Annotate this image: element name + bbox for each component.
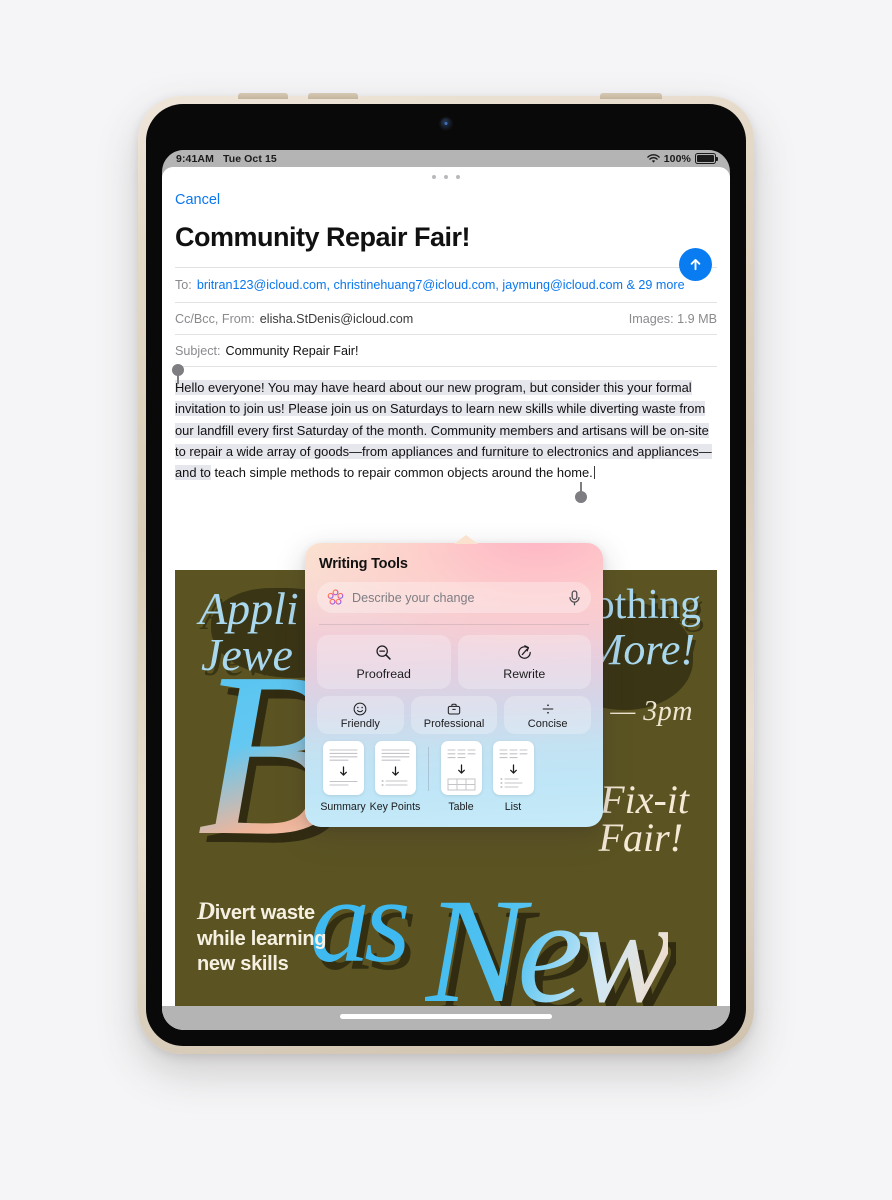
images-size: 1.9 MB xyxy=(677,311,717,326)
professional-label: Professional xyxy=(423,718,485,731)
table-label: Table xyxy=(448,800,474,813)
poster-fix-it-line-2: Fair! xyxy=(598,815,683,860)
proofread-label: Proofread xyxy=(356,666,411,681)
writing-tools-popover: Writing Tools Describe your change Proof… xyxy=(305,535,603,827)
document-actions-row: Summary Key Points Table List xyxy=(317,740,591,813)
status-bar: 9:41AM Tue Oct 15 100% xyxy=(162,150,730,167)
concise-label: Concise xyxy=(527,718,568,731)
document-key-points-icon xyxy=(374,740,416,795)
to-label: To: xyxy=(175,277,192,292)
proofread-button[interactable]: Proofread xyxy=(317,634,451,689)
rewrite-circular-arrow-icon xyxy=(515,643,534,662)
popover-divider xyxy=(319,624,589,625)
briefcase-icon xyxy=(446,701,462,717)
mail-from-row[interactable]: Cc/Bcc, From: elisha.StDenis@icloud.com … xyxy=(175,303,717,335)
document-table-icon xyxy=(440,740,482,795)
professional-button[interactable]: Professional xyxy=(410,695,498,734)
smiley-face-icon xyxy=(352,701,368,717)
document-list-icon xyxy=(492,740,534,795)
summary-button[interactable]: Summary xyxy=(317,740,369,813)
cancel-button[interactable]: Cancel xyxy=(175,192,220,208)
popover-arrow-tail xyxy=(454,535,478,544)
selection-handle-start[interactable] xyxy=(172,363,184,384)
volume-up-button[interactable] xyxy=(238,93,288,99)
concise-button[interactable]: Concise xyxy=(504,695,592,734)
home-indicator[interactable] xyxy=(340,1014,552,1019)
friendly-label: Friendly xyxy=(340,718,380,731)
poster-tagline-dropcap: D xyxy=(197,897,215,925)
mail-subject-row[interactable]: Subject: Community Repair Fair! xyxy=(175,335,717,367)
trailing-body-text[interactable]: teach simple methods to repair common ob… xyxy=(214,465,592,480)
page-title: Community Repair Fair! xyxy=(175,222,471,252)
volume-down-button[interactable] xyxy=(308,93,358,99)
sheet-grabber-handle[interactable] xyxy=(432,175,460,179)
division-sign-icon xyxy=(540,701,556,717)
images-size-badge: Images: 1.9 MB xyxy=(619,312,717,326)
mail-body-text[interactable]: Hello everyone! You may have heard about… xyxy=(172,363,717,503)
subject-label: Subject: xyxy=(175,343,221,358)
from-address[interactable]: elisha.StDenis@icloud.com xyxy=(260,312,413,326)
front-camera-icon xyxy=(440,118,452,129)
microphone-icon[interactable] xyxy=(568,589,581,606)
document-actions-divider xyxy=(421,741,435,791)
poster-tagline: Divert waste while learning new skills xyxy=(197,897,326,976)
magnifier-minus-icon xyxy=(374,643,393,662)
mail-compose-sheet: Cancel Community Repair Fair! To: britra… xyxy=(162,167,730,1030)
device-bezel: 9:41AM Tue Oct 15 100% Cancel Community … xyxy=(146,104,746,1046)
selection-handle-end[interactable] xyxy=(575,481,587,503)
images-label: Images: xyxy=(628,311,674,326)
friendly-button[interactable]: Friendly xyxy=(317,695,404,734)
send-arrow-up-icon xyxy=(690,258,701,271)
rewrite-label: Rewrite xyxy=(503,666,546,681)
poster-word-new: New xyxy=(425,876,676,1006)
from-label: Cc/Bcc, From: xyxy=(175,311,255,326)
apple-intelligence-icon xyxy=(327,589,344,606)
subject-value[interactable]: Community Repair Fair! xyxy=(226,344,359,358)
device-screen: 9:41AM Tue Oct 15 100% Cancel Community … xyxy=(162,150,730,1030)
wifi-icon xyxy=(646,153,660,164)
writing-tools-title: Writing Tools xyxy=(319,556,408,572)
poster-fix-it-line-1: Fix-it xyxy=(600,777,689,822)
to-recipients[interactable]: britran123@icloud.com, christinehuang7@i… xyxy=(197,277,685,294)
text-caret xyxy=(593,466,596,480)
ipad-device: 9:41AM Tue Oct 15 100% Cancel Community … xyxy=(138,93,754,1054)
primary-actions-row: Proofread Rewrite xyxy=(317,634,591,689)
table-button[interactable]: Table xyxy=(435,740,487,813)
battery-percent-label: 100% xyxy=(663,152,691,165)
describe-change-placeholder: Describe your change xyxy=(352,590,475,605)
tone-actions-row: Friendly Professional Concise xyxy=(317,695,592,734)
mail-to-row[interactable]: To: britran123@icloud.com, christinehuan… xyxy=(175,266,717,303)
key-points-button[interactable]: Key Points xyxy=(369,740,421,813)
document-summary-icon xyxy=(322,740,364,795)
battery-full-icon xyxy=(695,153,718,164)
send-button[interactable] xyxy=(679,248,712,281)
summary-label: Summary xyxy=(320,800,366,813)
list-button[interactable]: List xyxy=(487,740,539,813)
status-bar-time: 9:41AM xyxy=(176,152,214,165)
poster-tagline-rest: ivert waste while learning new skills xyxy=(197,901,327,975)
list-label: List xyxy=(504,800,522,813)
home-indicator-area xyxy=(162,1006,730,1030)
power-button[interactable] xyxy=(600,93,662,99)
describe-change-input[interactable]: Describe your change xyxy=(317,582,591,613)
rewrite-button[interactable]: Rewrite xyxy=(457,634,591,689)
status-bar-date: Tue Oct 15 xyxy=(222,152,277,165)
key-points-label: Key Points xyxy=(369,800,421,813)
